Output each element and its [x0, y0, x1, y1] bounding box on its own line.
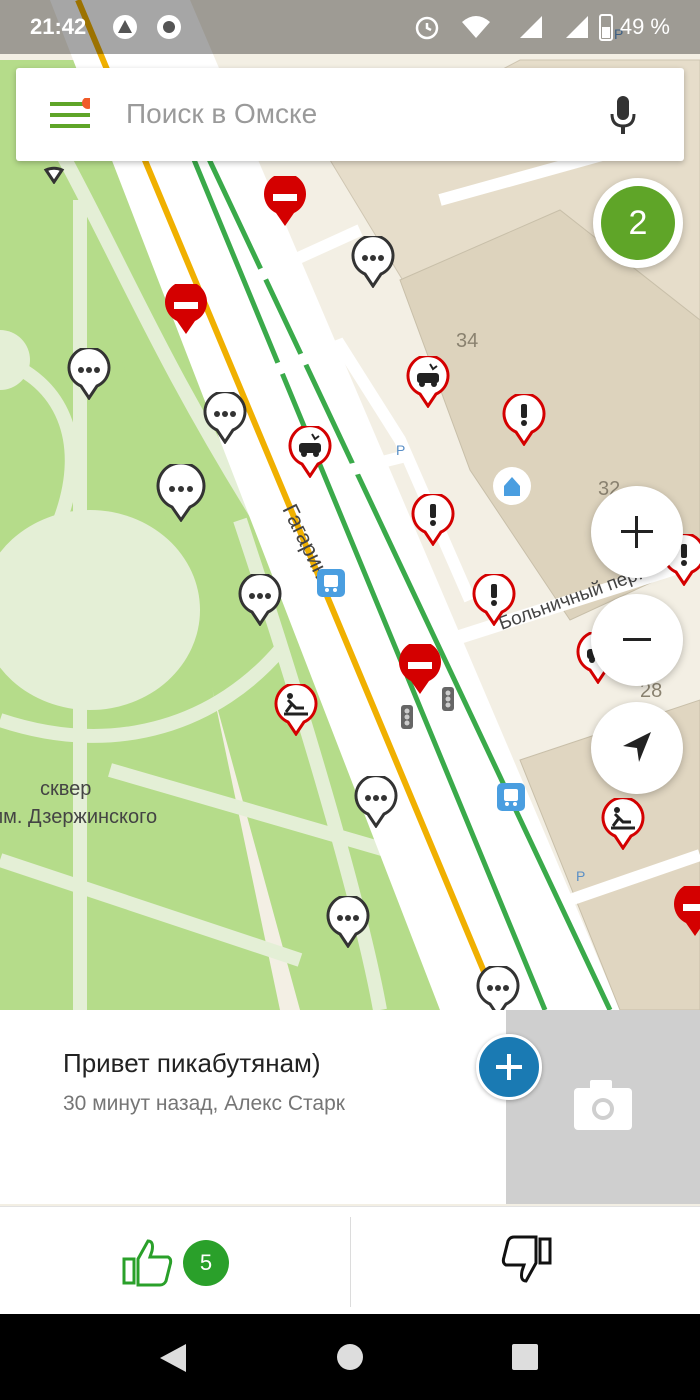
road-closed-marker-icon[interactable]: [672, 886, 700, 938]
parking-icon: P: [396, 442, 406, 458]
comment-marker-icon[interactable]: [238, 574, 282, 626]
comment-marker-icon[interactable]: [354, 776, 398, 828]
accident-marker-icon[interactable]: [288, 426, 332, 478]
home-icon[interactable]: [335, 1342, 365, 1372]
comment-marker-icon[interactable]: [476, 966, 520, 1010]
warning-marker-icon[interactable]: [411, 494, 455, 546]
roadworks-marker-icon[interactable]: [601, 798, 645, 850]
signal-icon: [520, 16, 542, 38]
add-photo-button[interactable]: [476, 1034, 542, 1100]
warning-marker-icon[interactable]: [502, 394, 546, 446]
navigation-arrow-icon: [623, 732, 651, 762]
plus-icon: [496, 1054, 522, 1080]
zoom-in-button[interactable]: [591, 486, 683, 578]
comment-marker-icon[interactable]: [326, 896, 370, 948]
bus-stop-icon[interactable]: [316, 568, 346, 598]
alarm-icon: [415, 16, 439, 40]
zoom-out-button[interactable]: [591, 594, 683, 686]
battery-percent: 49 %: [619, 14, 670, 39]
my-location-button[interactable]: [591, 702, 683, 794]
events-counter-value: 2: [601, 186, 675, 260]
app-notification-icon: [157, 15, 181, 39]
house-number-34: 34: [456, 330, 479, 352]
camera-icon: [574, 1080, 632, 1130]
likes-count: 5: [183, 1240, 229, 1286]
app-notification-icon: [113, 15, 137, 39]
menu-icon[interactable]: [50, 98, 90, 130]
battery-icon: [599, 14, 613, 41]
roadworks-marker-icon[interactable]: [274, 684, 318, 736]
photo-placeholder[interactable]: [506, 1010, 700, 1204]
road-closed-marker-icon[interactable]: [397, 644, 443, 696]
comment-marker-icon[interactable]: [67, 348, 111, 400]
comment-marker-icon[interactable]: [351, 236, 395, 288]
vote-bar: 5: [0, 1206, 700, 1315]
signal-icon: [566, 16, 588, 38]
accident-marker-icon[interactable]: [406, 356, 450, 408]
thumbs-down-icon[interactable]: [500, 1235, 554, 1285]
back-icon[interactable]: [158, 1342, 188, 1374]
search-input[interactable]: Поиск в Омске: [126, 98, 317, 130]
microphone-icon[interactable]: [608, 94, 638, 138]
events-counter-button[interactable]: 2: [593, 178, 683, 268]
thumbs-up-icon[interactable]: [122, 1237, 174, 1287]
park-label-line1: сквер: [40, 778, 92, 800]
traffic-light-icon: [401, 705, 413, 729]
traffic-light-icon: [442, 687, 454, 711]
comment-marker-icon[interactable]: [203, 392, 247, 444]
park-label-line2: им. Дзержинского: [0, 806, 158, 828]
vote-divider: [350, 1217, 351, 1307]
search-bar[interactable]: Поиск в Омске: [16, 68, 684, 161]
road-closed-marker-icon[interactable]: [163, 284, 209, 336]
parking-icon: P: [576, 868, 586, 884]
system-nav-bar: [0, 1314, 700, 1400]
event-title: Привет пикабутянам): [63, 1048, 321, 1078]
warning-marker-icon[interactable]: [472, 574, 516, 626]
minus-icon: [623, 638, 651, 641]
bus-stop-icon[interactable]: [496, 782, 526, 812]
comment-marker-icon[interactable]: [156, 464, 206, 522]
recents-icon[interactable]: [510, 1342, 540, 1372]
church-icon[interactable]: [492, 466, 532, 506]
plus-icon: [621, 516, 653, 548]
road-closed-marker-icon[interactable]: [262, 176, 308, 228]
wifi-icon: [462, 16, 490, 38]
status-bar: 21:42 49 %: [0, 0, 700, 54]
status-time: 21:42: [30, 14, 87, 39]
event-subtitle: 30 минут назад, Алекс Старк: [63, 1092, 345, 1115]
